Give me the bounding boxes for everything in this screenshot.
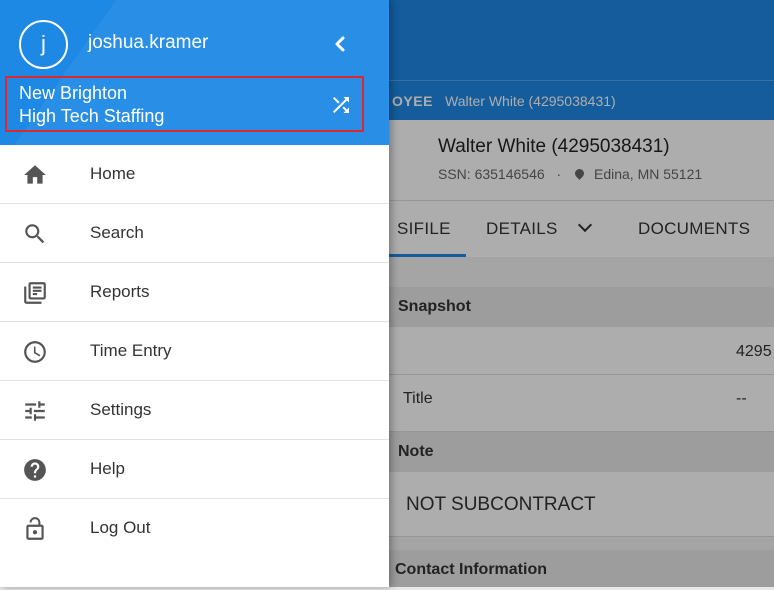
menu-item-help[interactable]: Help	[0, 440, 389, 499]
shuffle-icon[interactable]	[329, 93, 353, 117]
branch-switcher[interactable]: New Brighton High Tech Staffing	[5, 76, 364, 132]
menu-item-label: Reports	[90, 282, 150, 301]
navigation-drawer: j joshua.kramer New Brighton High Tech S…	[0, 0, 389, 587]
branch-company: High Tech Staffing	[19, 106, 165, 126]
username: joshua.kramer	[88, 32, 209, 53]
menu-item-label: Search	[90, 223, 144, 242]
menu-item-label: Help	[90, 459, 125, 478]
avatar: j	[19, 20, 68, 69]
menu-item-reports[interactable]: Reports	[0, 263, 389, 322]
menu-item-time-entry[interactable]: Time Entry	[0, 322, 389, 381]
reports-icon	[24, 282, 46, 304]
search-icon	[25, 224, 45, 244]
menu-item-home[interactable]: Home	[0, 145, 389, 204]
clock-icon	[24, 341, 46, 363]
settings-sliders-icon	[25, 401, 45, 421]
drawer-menu: Home Search Reports Time Entry Settings	[0, 145, 389, 557]
chevron-left-icon	[335, 36, 345, 52]
branch-name: New Brighton	[19, 83, 128, 103]
menu-item-label: Log Out	[90, 518, 151, 537]
menu-item-label: Settings	[90, 400, 152, 419]
menu-item-log-out[interactable]: Log Out	[0, 499, 389, 557]
menu-item-search[interactable]: Search	[0, 204, 389, 263]
collapse-drawer-button[interactable]	[326, 30, 354, 58]
menu-item-label: Home	[90, 164, 136, 183]
help-icon	[24, 459, 46, 481]
menu-item-settings[interactable]: Settings	[0, 381, 389, 440]
home-icon	[24, 165, 46, 184]
menu-item-label: Time Entry	[90, 341, 172, 360]
drawer-header: j joshua.kramer New Brighton High Tech S…	[0, 0, 389, 145]
lock-open-icon	[26, 517, 44, 540]
